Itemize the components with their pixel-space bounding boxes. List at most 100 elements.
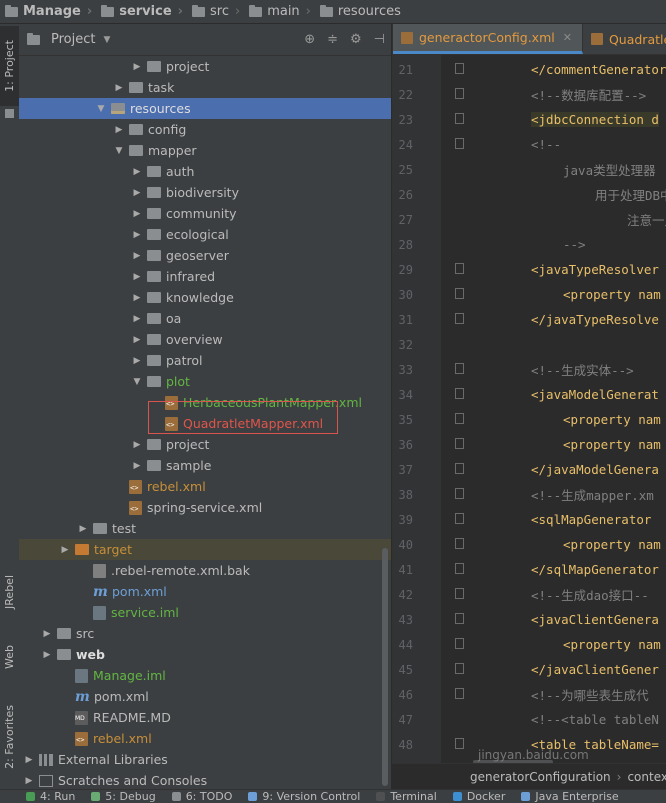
tree-row[interactable]: ▶ overview xyxy=(19,329,391,350)
code-line[interactable]: 46 <!--为哪些表生成代 xyxy=(393,682,666,707)
tool-window-button[interactable]: Docker xyxy=(452,790,505,803)
chevron-down-icon[interactable]: ▼ xyxy=(103,35,110,45)
fold-marker-icon[interactable] xyxy=(455,413,464,424)
code-line[interactable]: 35 <property nam xyxy=(393,407,666,432)
code-line[interactable]: 21 </commentGenerator> xyxy=(393,57,666,82)
breadcrumb-item[interactable]: src › xyxy=(187,4,244,19)
tree-row[interactable]: rebel.xml xyxy=(19,728,391,749)
tree-row[interactable]: README.MD xyxy=(19,707,391,728)
collapsed-arrow-icon[interactable]: ▶ xyxy=(131,355,143,367)
tree-row[interactable]: ▶ oa xyxy=(19,308,391,329)
fold-marker-icon[interactable] xyxy=(455,438,464,449)
tool-window-button[interactable]: 9: Version Control xyxy=(248,790,360,803)
code-line[interactable]: 36 <property nam xyxy=(393,432,666,457)
code-line[interactable]: 45 </javaClientGener xyxy=(393,657,666,682)
tree-row[interactable]: ▶ sample xyxy=(19,455,391,476)
tree-row[interactable]: ▶ src xyxy=(19,623,391,644)
tree-row[interactable]: ▶ project xyxy=(19,56,391,77)
fold-marker-icon[interactable] xyxy=(455,313,464,324)
fold-marker-icon[interactable] xyxy=(455,113,464,124)
code-line[interactable]: 44 <property nam xyxy=(393,632,666,657)
tree-row[interactable]: ▶ target xyxy=(19,539,391,560)
expanded-arrow-icon[interactable]: ▼ xyxy=(113,145,125,157)
tool-window-button[interactable]: 6: TODO xyxy=(171,790,232,803)
fold-marker-icon[interactable] xyxy=(455,288,464,299)
collapsed-arrow-icon[interactable]: ▶ xyxy=(131,187,143,199)
fold-marker-icon[interactable] xyxy=(455,513,464,524)
code-line[interactable]: 30 <property nam xyxy=(393,282,666,307)
jrebel-tool-tab[interactable]: JRebel xyxy=(0,564,19,620)
collapsed-arrow-icon[interactable]: ▶ xyxy=(131,460,143,472)
collapsed-arrow-icon[interactable]: ▶ xyxy=(59,544,71,556)
collapse-all-icon[interactable]: ≑ xyxy=(327,32,338,47)
editor-tab[interactable]: QuadratletM xyxy=(583,24,666,54)
code-line[interactable]: 40 <property nam xyxy=(393,532,666,557)
tree-row[interactable]: .rebel-remote.xml.bak xyxy=(19,560,391,581)
code-line[interactable]: 31 </javaTypeResolve xyxy=(393,307,666,332)
code-line[interactable]: 41 </sqlMapGenerator xyxy=(393,557,666,582)
collapsed-arrow-icon[interactable]: ▶ xyxy=(113,124,125,136)
code-line[interactable]: 26 用于处理DB中 xyxy=(393,182,666,207)
tool-window-button[interactable]: Java Enterprise xyxy=(521,790,619,803)
code-line[interactable]: 23 <jdbcConnection d xyxy=(393,107,666,132)
breadcrumb-item[interactable]: service › xyxy=(96,4,187,19)
tree-row[interactable]: ▼ resources xyxy=(19,98,391,119)
code-line[interactable]: 32 xyxy=(393,332,666,357)
breadcrumb-generator-configuration[interactable]: generatorConfiguration xyxy=(470,770,611,784)
collapsed-arrow-icon[interactable]: ▶ xyxy=(131,250,143,262)
tree-row[interactable]: ▼ plot xyxy=(19,371,391,392)
expanded-arrow-icon[interactable]: ▼ xyxy=(131,376,143,388)
tree-row[interactable]: ▶ community xyxy=(19,203,391,224)
tool-window-button[interactable]: 4: Run xyxy=(26,790,75,803)
tool-window-button[interactable]: 5: Debug xyxy=(91,790,156,803)
locate-icon[interactable]: ⊕ xyxy=(304,32,315,47)
editor-tab[interactable]: generactorConfig.xml ✕ xyxy=(393,24,583,54)
expanded-arrow-icon[interactable]: ▼ xyxy=(95,103,107,115)
fold-marker-icon[interactable] xyxy=(455,263,464,274)
code-line[interactable]: 38 <!--生成mapper.xm xyxy=(393,482,666,507)
code-line[interactable]: 28 --> xyxy=(393,232,666,257)
web-tool-tab[interactable]: Web xyxy=(0,634,19,680)
tree-row[interactable]: ▶ infrared xyxy=(19,266,391,287)
fold-marker-icon[interactable] xyxy=(455,663,464,674)
tree-row[interactable]: ▶ task xyxy=(19,77,391,98)
tree-row[interactable]: m pom.xml xyxy=(19,581,391,602)
tree-row[interactable]: ▶ patrol xyxy=(19,350,391,371)
fold-marker-icon[interactable] xyxy=(455,363,464,374)
fold-marker-icon[interactable] xyxy=(455,63,464,74)
tree-row[interactable]: QuadratletMapper.xml xyxy=(19,413,391,434)
fold-marker-icon[interactable] xyxy=(455,538,464,549)
tree-row[interactable]: ▶ knowledge xyxy=(19,287,391,308)
project-view-selector[interactable]: Project xyxy=(51,32,95,47)
gear-icon[interactable]: ⚙ xyxy=(350,32,362,47)
collapsed-arrow-icon[interactable]: ▶ xyxy=(77,523,89,535)
fold-marker-icon[interactable] xyxy=(455,88,464,99)
tree-row[interactable]: spring-service.xml xyxy=(19,497,391,518)
tree-row[interactable]: ▶ biodiversity xyxy=(19,182,391,203)
tree-row[interactable]: ▶ ecological xyxy=(19,224,391,245)
fold-marker-icon[interactable] xyxy=(455,488,464,499)
fold-marker-icon[interactable] xyxy=(455,563,464,574)
collapsed-arrow-icon[interactable]: ▶ xyxy=(41,628,53,640)
collapsed-arrow-icon[interactable]: ▶ xyxy=(131,334,143,346)
tree-row[interactable]: ▶ web xyxy=(19,644,391,665)
code-line[interactable]: 34 <javaModelGenerat xyxy=(393,382,666,407)
collapsed-arrow-icon[interactable]: ▶ xyxy=(41,649,53,661)
collapsed-arrow-icon[interactable]: ▶ xyxy=(131,292,143,304)
code-line[interactable]: 39 <sqlMapGenerator xyxy=(393,507,666,532)
editor-code-area[interactable]: 21 </commentGenerator> 22 <!--数据库配置--> 23 <jd… xyxy=(393,55,666,757)
hide-icon[interactable]: ⊣ xyxy=(374,32,385,47)
close-icon[interactable]: ✕ xyxy=(563,31,572,44)
code-line[interactable]: 43 <javaClientGenera xyxy=(393,607,666,632)
tree-row[interactable]: ▶ External Libraries xyxy=(19,749,391,770)
structure-icon[interactable] xyxy=(0,106,19,120)
collapsed-arrow-icon[interactable]: ▶ xyxy=(131,166,143,178)
tree-row[interactable]: service.iml xyxy=(19,602,391,623)
collapsed-arrow-icon[interactable]: ▶ xyxy=(131,271,143,283)
fold-marker-icon[interactable] xyxy=(455,738,464,749)
breadcrumb-item[interactable]: Manage › xyxy=(0,4,96,19)
collapsed-arrow-icon[interactable]: ▶ xyxy=(131,61,143,73)
collapsed-arrow-icon[interactable]: ▶ xyxy=(113,82,125,94)
tree-row[interactable]: ▶ project xyxy=(19,434,391,455)
tree-row[interactable]: ▶ geoserver xyxy=(19,245,391,266)
